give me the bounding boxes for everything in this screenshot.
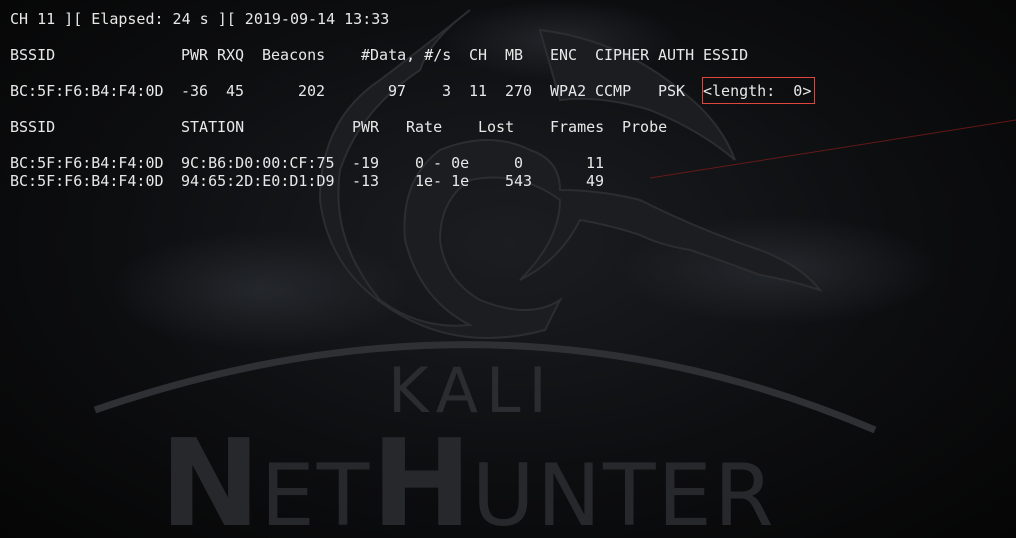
header-essid: ESSID xyxy=(703,46,749,64)
header-cipher: CIPHER xyxy=(595,46,650,64)
station-rate: 0 - 0e xyxy=(415,154,470,172)
ap-per-sec: 3 xyxy=(442,82,452,100)
station-mac: 94:65:2D:E0:D1:D9 xyxy=(181,172,335,190)
status-text: CH 11 ][ Elapsed: 24 s ][ 2019-09-14 13:… xyxy=(10,10,390,28)
header-beacons: Beacons xyxy=(262,46,326,64)
header-bssid: BSSID xyxy=(10,118,56,136)
header-rate: Rate xyxy=(406,118,443,136)
station-bssid: BC:5F:F6:B4:F4:0D xyxy=(10,172,164,190)
ap-beacons: 202 xyxy=(298,82,326,100)
ap-ch: 11 xyxy=(469,82,488,100)
header-bssid: BSSID xyxy=(10,46,56,64)
header-rxq: RXQ xyxy=(217,46,245,64)
ap-rxq: 45 xyxy=(226,82,245,100)
header-pwr: PWR xyxy=(181,46,209,64)
header-ch: CH xyxy=(469,46,488,64)
station-frames: 49 xyxy=(586,172,605,190)
station-pwr: -19 xyxy=(352,154,380,172)
station-table-row[interactable]: BC:5F:F6:B4:F4:0D 9C:B6:D0:00:CF:75 -19 … xyxy=(10,154,1010,172)
logo-letter: H xyxy=(371,415,472,538)
station-bssid: BC:5F:F6:B4:F4:0D xyxy=(10,154,164,172)
ap-data: 97 xyxy=(388,82,407,100)
logo-letters: UNTER xyxy=(471,446,776,538)
ap-essid: <length: 0> xyxy=(703,82,812,100)
ap-pwr: -36 xyxy=(181,82,209,100)
station-table-header: BSSID STATION PWR Rate Lost Frames Probe xyxy=(10,118,1010,136)
ap-enc: WPA2 xyxy=(550,82,587,100)
header-frames: Frames xyxy=(550,118,605,136)
logo-letter: N xyxy=(160,415,261,538)
station-pwr: -13 xyxy=(352,172,380,190)
header-auth: AUTH xyxy=(658,46,695,64)
status-line: CH 11 ][ Elapsed: 24 s ][ 2019-09-14 13:… xyxy=(10,10,1010,28)
logo-letters: ET xyxy=(260,446,372,538)
header-mb: MB xyxy=(505,46,524,64)
header-probe: Probe xyxy=(622,118,668,136)
ap-table-row[interactable]: BC:5F:F6:B4:F4:0D -36 45 202 97 3 11 270… xyxy=(10,77,1010,104)
station-rate: 1e- 1e xyxy=(415,172,470,190)
station-mac: 9C:B6:D0:00:CF:75 xyxy=(181,154,335,172)
station-table-row[interactable]: BC:5F:F6:B4:F4:0D 94:65:2D:E0:D1:D9 -13 … xyxy=(10,172,1010,190)
header-data: #Data, #/s xyxy=(361,46,452,64)
ap-auth: PSK xyxy=(658,82,686,100)
terminal-screen[interactable]: KALI NETHUNTER CH 11 ][ Elapsed: 24 s ][… xyxy=(0,0,1016,538)
header-pwr: PWR xyxy=(352,118,380,136)
wallpaper-logo-nethunter: NETHUNTER xyxy=(160,425,776,538)
station-frames: 11 xyxy=(586,154,605,172)
ap-bssid: BC:5F:F6:B4:F4:0D xyxy=(10,82,164,100)
header-enc: ENC xyxy=(550,46,578,64)
station-lost: 543 xyxy=(505,172,533,190)
ap-mb: 270 xyxy=(505,82,533,100)
station-lost: 0 xyxy=(514,154,524,172)
header-lost: Lost xyxy=(478,118,515,136)
wallpaper-logo-kali: KALI xyxy=(388,354,555,427)
ap-cipher: CCMP xyxy=(595,82,632,100)
ap-table-header: BSSID PWR RXQ Beacons #Data, #/s CH MB E… xyxy=(10,46,1010,64)
header-station: STATION xyxy=(181,118,245,136)
